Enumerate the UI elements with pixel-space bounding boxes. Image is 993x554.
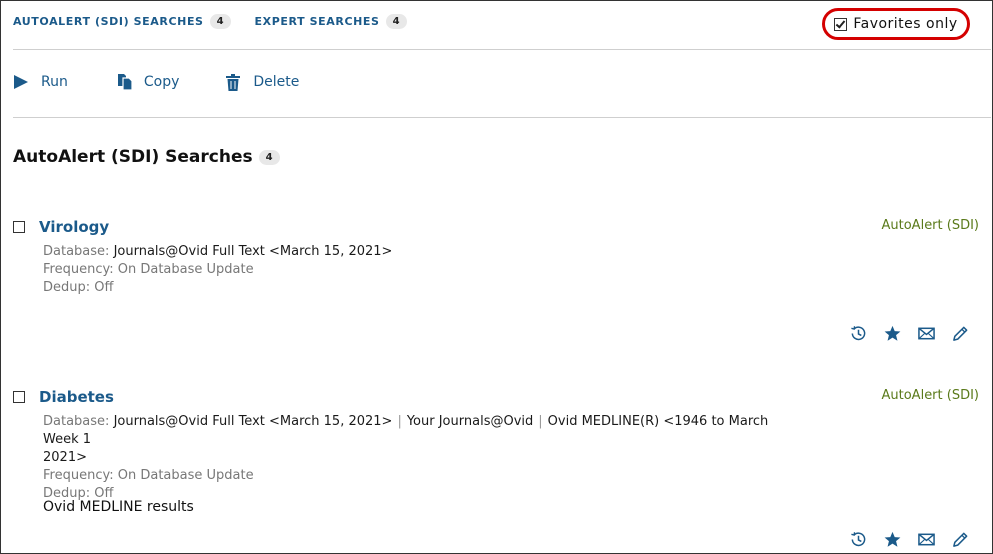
email-icon[interactable] bbox=[918, 531, 935, 552]
frequency-label: Frequency: bbox=[43, 262, 114, 277]
tab-autoalert-label: AUTOALERT (SDI) SEARCHES bbox=[13, 15, 204, 28]
copy-button[interactable]: Copy bbox=[116, 73, 180, 91]
history-icon[interactable] bbox=[850, 325, 867, 346]
search-item-diabetes: Diabetes AutoAlert (SDI) Database: Journ… bbox=[13, 386, 979, 554]
dedup-value: Off bbox=[94, 280, 114, 295]
search-item-virology: Virology AutoAlert (SDI) Database: Journ… bbox=[13, 216, 979, 346]
delete-label: Delete bbox=[253, 74, 300, 90]
search-details: Database: Journals@Ovid Full Text <March… bbox=[43, 243, 392, 297]
item-actions bbox=[833, 325, 969, 346]
search-details: Database: Journals@Ovid Full Text <March… bbox=[43, 413, 803, 503]
search-type-tabs: AUTOALERT (SDI) SEARCHES 4 EXPERT SEARCH… bbox=[13, 14, 431, 29]
tab-expert-count-badge: 4 bbox=[385, 14, 407, 29]
search-type-label: AutoAlert (SDI) bbox=[881, 388, 980, 403]
select-checkbox[interactable] bbox=[13, 391, 25, 403]
database-value: Your Journals@Ovid bbox=[406, 414, 534, 429]
tab-expert-searches[interactable]: EXPERT SEARCHES 4 bbox=[255, 14, 407, 29]
favorites-only-toggle[interactable]: Favorites only bbox=[822, 8, 970, 40]
action-toolbar: Run Copy Delete bbox=[13, 73, 299, 91]
star-icon[interactable] bbox=[884, 531, 901, 552]
copy-label: Copy bbox=[143, 74, 180, 90]
email-icon[interactable] bbox=[918, 325, 935, 346]
trash-icon bbox=[225, 73, 241, 91]
search-title-link[interactable]: Virology bbox=[39, 218, 109, 236]
delete-button[interactable]: Delete bbox=[225, 73, 300, 91]
star-icon[interactable] bbox=[884, 325, 901, 346]
select-checkbox[interactable] bbox=[13, 221, 25, 233]
play-icon bbox=[13, 74, 29, 90]
frequency-value: On Database Update bbox=[117, 468, 254, 483]
frequency-label: Frequency: bbox=[43, 468, 114, 483]
divider bbox=[13, 49, 991, 50]
item-actions bbox=[833, 531, 969, 552]
section-count-badge: 4 bbox=[258, 149, 280, 165]
tab-autoalert-count-badge: 4 bbox=[209, 14, 231, 29]
divider bbox=[13, 117, 991, 118]
run-button[interactable]: Run bbox=[13, 74, 68, 90]
favorites-only-label: Favorites only bbox=[853, 16, 958, 32]
database-value: Journals@Ovid Full Text <March 15, 2021> bbox=[113, 244, 393, 259]
database-label: Database: bbox=[43, 244, 110, 259]
database-label: Database: bbox=[43, 414, 110, 429]
tab-autoalert-searches[interactable]: AUTOALERT (SDI) SEARCHES 4 bbox=[13, 14, 231, 29]
database-value-continued: 2021> bbox=[43, 450, 87, 465]
tab-expert-label: EXPERT SEARCHES bbox=[254, 15, 380, 28]
dedup-label: Dedup: bbox=[43, 280, 91, 295]
copy-icon bbox=[116, 73, 134, 91]
favorites-only-checkbox[interactable] bbox=[834, 17, 848, 31]
separator: | bbox=[538, 414, 543, 429]
separator: | bbox=[397, 414, 402, 429]
section-heading: AutoAlert (SDI) Searches 4 bbox=[13, 147, 280, 167]
run-label: Run bbox=[41, 74, 68, 90]
search-type-label: AutoAlert (SDI) bbox=[881, 218, 980, 233]
pencil-icon[interactable] bbox=[952, 531, 969, 552]
search-note: Ovid MEDLINE results bbox=[43, 499, 194, 515]
database-value: Journals@Ovid Full Text <March 15, 2021> bbox=[113, 414, 393, 429]
search-title-link[interactable]: Diabetes bbox=[39, 388, 114, 406]
frequency-value: On Database Update bbox=[117, 262, 254, 277]
history-icon[interactable] bbox=[850, 531, 867, 552]
pencil-icon[interactable] bbox=[952, 325, 969, 346]
section-title: AutoAlert (SDI) Searches bbox=[13, 147, 253, 167]
